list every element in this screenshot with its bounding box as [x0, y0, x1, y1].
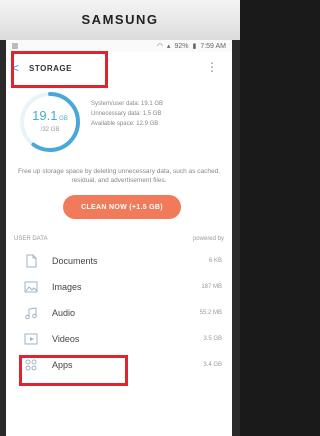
list-item-size: 6 KB [208, 258, 222, 264]
used-storage-value: 19.1 GB [32, 108, 68, 123]
list-item-size: 55.2 MB [199, 310, 222, 316]
list-item-images[interactable]: Images 187 MB [6, 274, 232, 300]
list-item-size: 3.5 GB [203, 336, 222, 342]
list-item-videos[interactable]: Videos 3.5 GB [6, 326, 232, 352]
status-bar: ◠ ▴ 92% ▮ 7:59 AM [6, 40, 232, 52]
total-storage: /32 GB [40, 127, 60, 133]
stat-available-space: Available space: 12.9 GB [91, 121, 159, 127]
apps-icon [24, 358, 38, 372]
storage-summary: 19.1 GB /32 GB System/user data: 19.1 GB… [6, 84, 232, 192]
clock: 7:59 AM [200, 42, 226, 50]
list-item-label: Images [52, 282, 82, 292]
user-data-header: USER DATA powered by [6, 232, 232, 246]
page-title: STORAGE [29, 63, 72, 73]
storage-stats: System/user data: 19.1 GB Unnecessary da… [91, 99, 163, 129]
stat-system-user-data: System/user data: 19.1 GB [91, 101, 164, 107]
list-item-size: 187 MB [201, 284, 222, 290]
phone-right-bezel [232, 40, 240, 436]
app-bar: < STORAGE ⋮ [6, 52, 232, 84]
clean-now-button[interactable]: CLEAN NOW (+1.5 GB) [63, 195, 181, 219]
device-brand: SAMSUNG [81, 12, 159, 27]
list-item-apps[interactable]: Apps 3.4 GB [6, 352, 232, 378]
list-item-size: 3.4 GB [203, 362, 222, 368]
signal-icon: ▴ [166, 43, 171, 50]
list-item-label: Apps [52, 360, 73, 370]
phone-top-bezel: SAMSUNG [0, 0, 240, 40]
stat-unnecessary-data: Unnecessary data: 1.5 GB [91, 111, 162, 117]
user-data-list: Documents 6 KB Images 187 MB Audio 55.2 … [6, 248, 232, 378]
battery-level: 92% [174, 42, 189, 50]
list-item-label: Audio [52, 308, 76, 318]
list-item-documents[interactable]: Documents 6 KB [6, 248, 232, 274]
clean-now-area: CLEAN NOW (+1.5 GB) [6, 192, 232, 226]
audio-icon [24, 306, 38, 320]
battery-icon: ▮ [192, 43, 197, 50]
screen: ◠ ▴ 92% ▮ 7:59 AM < STORAGE ⋮ 19.1 GB /3… [6, 40, 232, 436]
more-options-icon[interactable]: ⋮ [206, 61, 218, 73]
storage-description: Free up storage space by deleting unnece… [18, 168, 220, 184]
list-item-label: Documents [52, 256, 98, 266]
notification-icon [12, 43, 18, 49]
image-icon [24, 280, 38, 294]
document-icon [24, 254, 38, 268]
powered-by-label: powered by [192, 236, 224, 242]
back-arrow-icon[interactable]: < [12, 62, 19, 74]
wifi-icon: ◠ [156, 43, 163, 50]
video-icon [24, 332, 38, 346]
list-item-label: Videos [52, 334, 80, 344]
list-item-audio[interactable]: Audio 55.2 MB [6, 300, 232, 326]
user-data-title: USER DATA [14, 236, 48, 242]
